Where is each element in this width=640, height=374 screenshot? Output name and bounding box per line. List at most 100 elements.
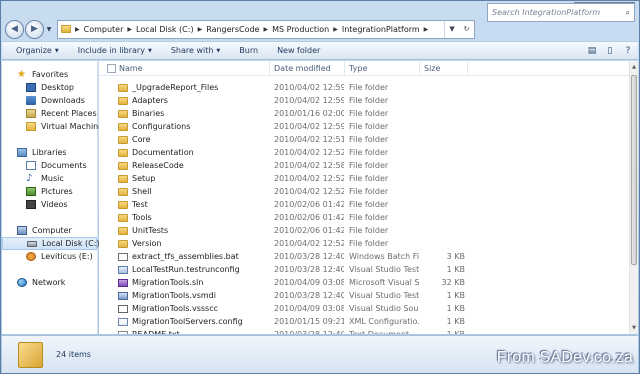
column-divider[interactable]	[467, 61, 468, 76]
table-row[interactable]: Shell 2010/04/02 12:52 ... File folder	[99, 185, 629, 198]
burn-button[interactable]: Burn	[239, 46, 258, 55]
file-name-cell: Binaries	[118, 109, 164, 118]
scrollbar-thumb[interactable]	[631, 75, 637, 265]
address-dropdown-icon[interactable]: ▼	[449, 25, 454, 33]
sidebar-item-libraries[interactable]: Libraries	[2, 146, 97, 159]
file-name: extract_tfs_assemblies.bat	[132, 252, 239, 261]
column-divider[interactable]	[344, 61, 345, 76]
folder-icon	[118, 213, 128, 222]
sidebar-item-computer[interactable]: Computer	[2, 224, 97, 237]
table-row[interactable]: Binaries 2010/01/16 02:00 ... File folder	[99, 107, 629, 120]
sidebar-item-pictures[interactable]: Pictures	[2, 185, 97, 198]
change-view-button[interactable]: ▤	[583, 44, 598, 58]
vertical-scrollbar[interactable]: ▲ ▼	[629, 61, 638, 334]
file-name: Setup	[132, 174, 156, 183]
breadcrumb-item[interactable]: MS Production ▶	[272, 25, 338, 34]
sidebar-item-recent-places[interactable]: Recent Places	[2, 107, 97, 120]
table-row[interactable]: README.txt 2010/03/28 12:40 ... Text Docum…	[99, 328, 629, 334]
organize-button[interactable]: Organize ▼	[16, 46, 59, 55]
table-row[interactable]: Setup 2010/04/02 12:52 ... File folder	[99, 172, 629, 185]
new-folder-button[interactable]: New folder	[277, 46, 320, 55]
computer-icon	[17, 226, 27, 235]
sidebar-item-desktop[interactable]: Desktop	[2, 81, 97, 94]
address-bar[interactable]: ▶ Computer ▶ Local Disk (C:) ▶ RangersCode…	[57, 19, 475, 39]
column-header-date-modified[interactable]: Date modified	[274, 64, 331, 73]
search-box[interactable]: Search IntegrationPlatform ⌕	[487, 3, 635, 22]
share-with-button[interactable]: Share with ▼	[171, 46, 220, 55]
videos-icon	[26, 200, 36, 209]
sidebar-item-network[interactable]: Network	[2, 276, 97, 289]
table-row[interactable]: MigrationTools.vssscc 2010/04/09 03:08 ..…	[99, 302, 629, 315]
sidebar-item-local-disk-c[interactable]: Local Disk (C:)	[2, 237, 100, 250]
breadcrumb-item[interactable]: Local Disk (C:) ▶	[136, 25, 202, 34]
table-row[interactable]: MigrationToolServers.config 2010/01/15 09…	[99, 315, 629, 328]
column-divider[interactable]	[269, 61, 270, 76]
table-row[interactable]: Documentation 2010/04/02 12:52 ... File fo…	[99, 146, 629, 159]
column-header-type[interactable]: Type	[349, 64, 367, 73]
sidebar-item-virtual-machines[interactable]: Virtual Machines	[2, 120, 107, 133]
back-button[interactable]: ◀	[5, 19, 24, 39]
libraries-icon	[17, 148, 27, 157]
sidebar-item-downloads[interactable]: Downloads	[2, 94, 97, 107]
folder-icon	[118, 122, 128, 131]
include-in-library-button[interactable]: Include in library ▼	[78, 46, 152, 55]
column-divider[interactable]	[419, 61, 420, 76]
type-cell: Visual Studio Test ...	[349, 291, 419, 300]
search-placeholder: Search IntegrationPlatform	[492, 8, 601, 17]
sidebar-item-label: Downloads	[41, 96, 85, 105]
recent-pages-dropdown[interactable]: ▼	[44, 26, 54, 33]
type-cell: File folder	[349, 96, 389, 105]
breadcrumb-label: RangersCode	[206, 24, 260, 34]
file-name-cell: Test	[118, 200, 148, 209]
music-icon: ♪	[26, 173, 33, 184]
table-row[interactable]: MigrationTools.sln 2010/04/09 03:08 ... Mi…	[99, 276, 629, 289]
type-cell: Microsoft Visual S...	[349, 278, 419, 287]
table-row[interactable]: Adapters 2010/04/02 12:59 ... File folder	[99, 94, 629, 107]
table-row[interactable]: Version 2010/04/02 12:52 ... File folder	[99, 237, 629, 250]
file-name: ReleaseCode	[132, 161, 184, 170]
column-header-size[interactable]: Size	[424, 64, 440, 73]
help-button[interactable]: ?	[619, 44, 634, 58]
sidebar-item-videos[interactable]: Videos	[2, 198, 97, 211]
table-row[interactable]: Core 2010/04/02 12:51 ... File folder	[99, 133, 629, 146]
table-row[interactable]: Tools 2010/02/06 01:42 ... File folder	[99, 211, 629, 224]
text-file-icon	[118, 330, 128, 334]
table-row[interactable]: Configurations 2010/04/02 12:59 ... File f…	[99, 120, 629, 133]
table-row[interactable]: MigrationTools.vsmdi 2010/03/28 12:40 ...…	[99, 289, 629, 302]
breadcrumb-item[interactable]: IntegrationPlatform ▶	[342, 25, 428, 34]
preview-pane-button[interactable]: ▯	[601, 44, 616, 58]
breadcrumb-root-chevron[interactable]: ▶	[75, 26, 80, 33]
table-row[interactable]: UnitTests 2010/02/06 01:42 ... File folder	[99, 224, 629, 237]
table-row[interactable]: LocalTestRun.testrunconfig 2010/03/28 12:…	[99, 263, 629, 276]
table-row[interactable]: extract_tfs_assemblies.bat 2010/03/28 12:…	[99, 250, 629, 263]
refresh-icon[interactable]: ↻	[464, 25, 470, 33]
breadcrumb-item[interactable]: RangersCode ▶	[206, 25, 268, 34]
sidebar-item-label: Desktop	[41, 83, 74, 92]
date-modified-cell: 2010/04/02 12:59 ...	[274, 96, 344, 105]
breadcrumb-item[interactable]: Computer ▶	[84, 25, 132, 34]
file-name-cell: Core	[118, 135, 151, 144]
sidebar-item-favorites[interactable]: ★ Favorites	[2, 68, 97, 81]
file-name: Test	[132, 200, 148, 209]
view-controls: ▤ ▯ ?	[580, 44, 634, 58]
scroll-down-icon[interactable]: ▼	[630, 323, 638, 333]
date-modified-cell: 2010/04/02 12:58 ...	[274, 161, 344, 170]
batch-file-icon	[118, 252, 128, 261]
select-all-checkbox[interactable]	[107, 64, 116, 73]
size-cell: 1 KB	[446, 265, 465, 274]
column-header-name[interactable]: Name	[119, 64, 143, 73]
sidebar-item-leviticus-e[interactable]: Leviticus (E:)	[2, 250, 97, 263]
folder-icon	[118, 187, 128, 196]
date-modified-cell: 2010/04/02 12:52 ...	[274, 239, 344, 248]
date-modified-cell: 2010/01/16 02:00 ...	[274, 109, 344, 118]
table-row[interactable]: _UpgradeReport_Files 2010/04/02 12:59 ...…	[99, 81, 629, 94]
forward-button[interactable]: ▶	[25, 19, 44, 39]
table-row[interactable]: ReleaseCode 2010/04/02 12:58 ... File fold…	[99, 159, 629, 172]
sidebar-item-documents[interactable]: Documents	[2, 159, 97, 172]
pictures-icon	[26, 187, 36, 196]
size-cell: 1 KB	[446, 317, 465, 326]
scroll-up-icon[interactable]: ▲	[630, 62, 638, 72]
sidebar-item-music[interactable]: ♪ Music	[2, 172, 97, 185]
folder-icon	[61, 25, 71, 33]
table-row[interactable]: Test 2010/02/06 01:42 ... File folder	[99, 198, 629, 211]
